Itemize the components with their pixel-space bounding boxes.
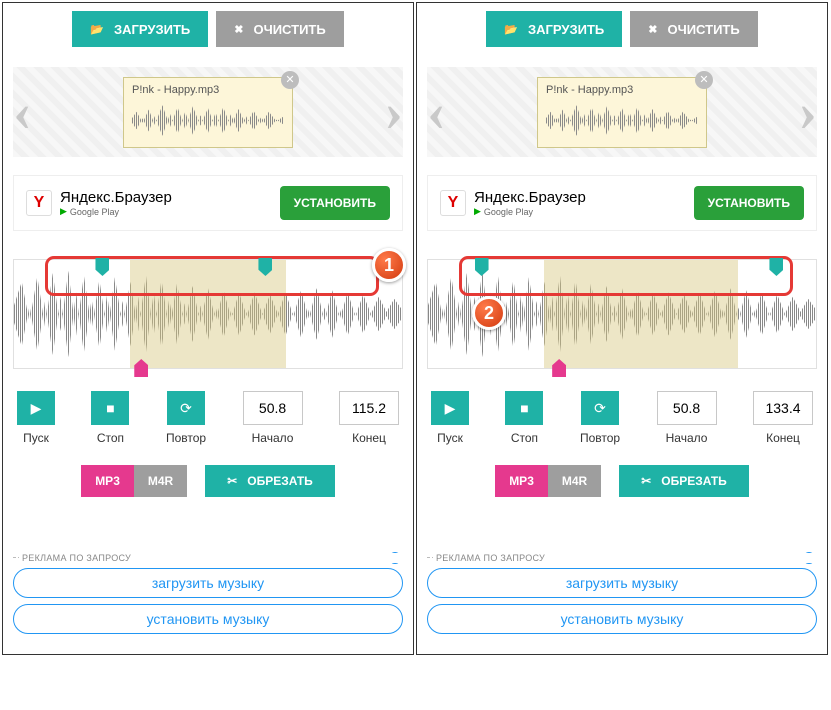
promo-header: РЕКЛАМА ПО ЗАПРОСУ bbox=[19, 553, 409, 563]
format-mp3-button[interactable]: MP3 bbox=[495, 465, 548, 497]
play-button[interactable]: ▶ bbox=[431, 391, 469, 425]
chevron-left-icon[interactable]: ‹ bbox=[427, 80, 446, 144]
load-button[interactable]: 📂 ЗАГРУЗИТЬ bbox=[486, 11, 622, 47]
clear-label: ОЧИСТИТЬ bbox=[667, 22, 739, 37]
cut-label: ОБРЕЗАТЬ bbox=[247, 474, 313, 488]
repeat-button[interactable]: ⟳ bbox=[167, 391, 205, 425]
chevron-right-icon[interactable]: › bbox=[384, 80, 403, 144]
scissors-icon: ✂ bbox=[227, 474, 237, 488]
controls-row: ▶ Пуск ■ Стоп ⟳ Повтор Начало Конец bbox=[13, 391, 403, 445]
load-button[interactable]: 📂 ЗАГРУЗИТЬ bbox=[72, 11, 208, 47]
format-mp3-button[interactable]: MP3 bbox=[81, 465, 134, 497]
promo-box: i загрузить музыку установить музыку bbox=[13, 557, 403, 640]
repeat-label: Повтор bbox=[166, 431, 206, 445]
format-segmented: MP3 M4R bbox=[81, 465, 187, 497]
promo-link-2[interactable]: установить музыку bbox=[427, 604, 817, 634]
file-name: P!nk - Happy.mp3 bbox=[132, 84, 284, 96]
stop-button[interactable]: ■ bbox=[91, 391, 129, 425]
stop-button[interactable]: ■ bbox=[505, 391, 543, 425]
clear-label: ОЧИСТИТЬ bbox=[253, 22, 325, 37]
ad-left: Y Яндекс.Браузер ▶Google Play bbox=[26, 189, 172, 217]
play-triangle-icon: ▶ bbox=[474, 206, 481, 217]
cut-button[interactable]: ✂ ОБРЕЗАТЬ bbox=[205, 465, 335, 497]
close-icon: ✖ bbox=[648, 23, 657, 36]
yandex-logo-icon: Y bbox=[26, 190, 52, 216]
start-time-input[interactable] bbox=[657, 391, 717, 425]
format-row: MP3 M4R ✂ ОБРЕЗАТЬ bbox=[13, 465, 403, 497]
ad-text: Яндекс.Браузер ▶Google Play bbox=[474, 189, 586, 217]
step-badge: 2 bbox=[472, 296, 506, 330]
toolbar: 📂 ЗАГРУЗИТЬ ✖ ОЧИСТИТЬ bbox=[13, 11, 403, 47]
folder-open-icon: 📂 bbox=[504, 23, 518, 36]
controls-row: ▶ Пуск ■ Стоп ⟳ Повтор Начало Конец bbox=[427, 391, 817, 445]
file-close-button[interactable]: ✕ bbox=[281, 71, 299, 89]
ad-install-button[interactable]: УСТАНОВИТЬ bbox=[280, 186, 390, 220]
close-icon: ✖ bbox=[234, 23, 243, 36]
format-row: MP3 M4R ✂ ОБРЕЗАТЬ bbox=[427, 465, 817, 497]
scissors-icon: ✂ bbox=[641, 474, 651, 488]
load-label: ЗАГРУЗИТЬ bbox=[114, 22, 190, 37]
start-time-input[interactable] bbox=[243, 391, 303, 425]
ad-banner[interactable]: Y Яндекс.Браузер ▶Google Play УСТАНОВИТЬ bbox=[13, 175, 403, 231]
chevron-left-icon[interactable]: ‹ bbox=[13, 80, 32, 144]
ad-title: Яндекс.Браузер bbox=[474, 189, 586, 206]
clear-button[interactable]: ✖ ОЧИСТИТЬ bbox=[630, 11, 757, 47]
highlight-outline bbox=[45, 256, 379, 296]
promo-link-1[interactable]: загрузить музыку bbox=[13, 568, 403, 598]
repeat-button[interactable]: ⟳ bbox=[581, 391, 619, 425]
panel-right: 📂 ЗАГРУЗИТЬ ✖ ОЧИСТИТЬ ‹ ✕ P!nk - Happy.mp… bbox=[416, 2, 828, 655]
play-button[interactable]: ▶ bbox=[17, 391, 55, 425]
end-time-input[interactable] bbox=[753, 391, 813, 425]
cut-button[interactable]: ✂ ОБРЕЗАТЬ bbox=[619, 465, 749, 497]
end-label: Конец bbox=[766, 431, 800, 445]
yandex-logo-icon: Y bbox=[440, 190, 466, 216]
step-badge: 1 bbox=[372, 248, 406, 282]
toolbar: 📂 ЗАГРУЗИТЬ ✖ ОЧИСТИТЬ bbox=[427, 11, 817, 47]
ad-left: Y Яндекс.Браузер ▶Google Play bbox=[440, 189, 586, 217]
file-card[interactable]: ✕ P!nk - Happy.mp3 bbox=[537, 77, 707, 148]
waveform-editor[interactable]: 1 bbox=[13, 259, 403, 369]
play-label: Пуск bbox=[23, 431, 49, 445]
load-label: ЗАГРУЗИТЬ bbox=[528, 22, 604, 37]
repeat-label: Повтор bbox=[580, 431, 620, 445]
promo-link-1[interactable]: загрузить музыку bbox=[427, 568, 817, 598]
end-time-input[interactable] bbox=[339, 391, 399, 425]
google-play-badge: ▶Google Play bbox=[60, 206, 172, 217]
ad-store: Google Play bbox=[70, 207, 119, 217]
ad-banner[interactable]: Y Яндекс.Браузер ▶Google Play УСТАНОВИТЬ bbox=[427, 175, 817, 231]
waveform-editor[interactable]: 2 bbox=[427, 259, 817, 369]
ad-title: Яндекс.Браузер bbox=[60, 189, 172, 206]
panel-left: 📂 ЗАГРУЗИТЬ ✖ ОЧИСТИТЬ ‹ ✕ P!nk - Happy.mp… bbox=[2, 2, 414, 655]
stop-label: Стоп bbox=[511, 431, 538, 445]
folder-open-icon: 📂 bbox=[90, 23, 104, 36]
promo-box: i загрузить музыку установить музыку bbox=[427, 557, 817, 640]
file-carousel: ‹ ✕ P!nk - Happy.mp3 › bbox=[13, 67, 403, 157]
highlight-outline bbox=[459, 256, 793, 296]
file-waveform-thumb bbox=[546, 99, 698, 143]
ad-text: Яндекс.Браузер ▶Google Play bbox=[60, 189, 172, 217]
ad-store: Google Play bbox=[484, 207, 533, 217]
format-segmented: MP3 M4R bbox=[495, 465, 601, 497]
format-m4r-button[interactable]: M4R bbox=[548, 465, 601, 497]
start-label: Начало bbox=[666, 431, 708, 445]
play-label: Пуск bbox=[437, 431, 463, 445]
file-close-button[interactable]: ✕ bbox=[695, 71, 713, 89]
google-play-badge: ▶Google Play bbox=[474, 206, 586, 217]
chevron-right-icon[interactable]: › bbox=[798, 80, 817, 144]
ad-install-button[interactable]: УСТАНОВИТЬ bbox=[694, 186, 804, 220]
format-m4r-button[interactable]: M4R bbox=[134, 465, 187, 497]
file-card[interactable]: ✕ P!nk - Happy.mp3 bbox=[123, 77, 293, 148]
promo-header: РЕКЛАМА ПО ЗАПРОСУ bbox=[433, 553, 823, 563]
promo-link-2[interactable]: установить музыку bbox=[13, 604, 403, 634]
clear-button[interactable]: ✖ ОЧИСТИТЬ bbox=[216, 11, 343, 47]
file-waveform-thumb bbox=[132, 99, 284, 143]
file-name: P!nk - Happy.mp3 bbox=[546, 84, 698, 96]
start-label: Начало bbox=[252, 431, 294, 445]
cut-label: ОБРЕЗАТЬ bbox=[661, 474, 727, 488]
file-carousel: ‹ ✕ P!nk - Happy.mp3 › bbox=[427, 67, 817, 157]
end-label: Конец bbox=[352, 431, 386, 445]
stop-label: Стоп bbox=[97, 431, 124, 445]
play-triangle-icon: ▶ bbox=[60, 206, 67, 217]
